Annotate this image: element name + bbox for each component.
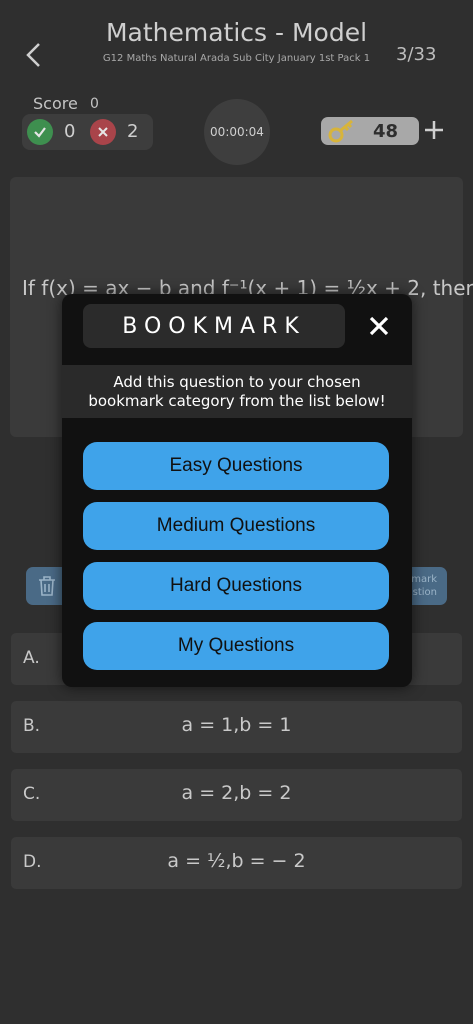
dialog-description-line1: Add this question to your chosen bbox=[113, 373, 361, 391]
close-icon bbox=[369, 316, 389, 336]
correct-count: 0 bbox=[64, 121, 76, 142]
dialog-description-line2: bookmark category from the list below! bbox=[88, 392, 386, 410]
score-label: Score bbox=[33, 94, 78, 113]
key-icon bbox=[327, 117, 357, 145]
medium-questions-button[interactable]: Medium Questions bbox=[83, 502, 389, 550]
option-d[interactable]: D. a = ½,b = − 2 bbox=[11, 837, 462, 889]
plus-icon bbox=[425, 121, 443, 139]
option-letter: A. bbox=[23, 648, 40, 668]
bookmark-button-label: mark stion bbox=[411, 574, 437, 598]
cross-icon bbox=[90, 119, 116, 145]
wrong-count: 2 bbox=[127, 121, 139, 142]
dialog-title: BOOKMARK bbox=[83, 304, 345, 348]
hard-questions-button[interactable]: Hard Questions bbox=[83, 562, 389, 610]
easy-questions-button[interactable]: Easy Questions bbox=[83, 442, 389, 490]
question-counter: 3/33 bbox=[396, 44, 437, 65]
option-value: a = 2,b = 2 bbox=[181, 782, 292, 804]
score-value: 0 bbox=[90, 96, 99, 112]
check-icon bbox=[27, 119, 53, 145]
my-questions-button[interactable]: My Questions bbox=[83, 622, 389, 670]
page-title: Mathematics - Model bbox=[105, 18, 368, 47]
option-value: a = 1,b = 1 bbox=[181, 714, 292, 736]
dialog-description: Add this question to your chosen bookmar… bbox=[62, 365, 412, 418]
trash-icon bbox=[39, 576, 55, 596]
close-dialog-button[interactable] bbox=[363, 310, 395, 342]
option-c[interactable]: C. a = 2,b = 2 bbox=[11, 769, 462, 821]
option-b[interactable]: B. a = 1,b = 1 bbox=[11, 701, 462, 753]
keys-count: 48 bbox=[373, 121, 399, 142]
add-keys-button[interactable] bbox=[421, 113, 447, 147]
timer: 00:00:04 bbox=[204, 99, 270, 165]
option-value: a = ½,b = − 2 bbox=[167, 850, 306, 872]
